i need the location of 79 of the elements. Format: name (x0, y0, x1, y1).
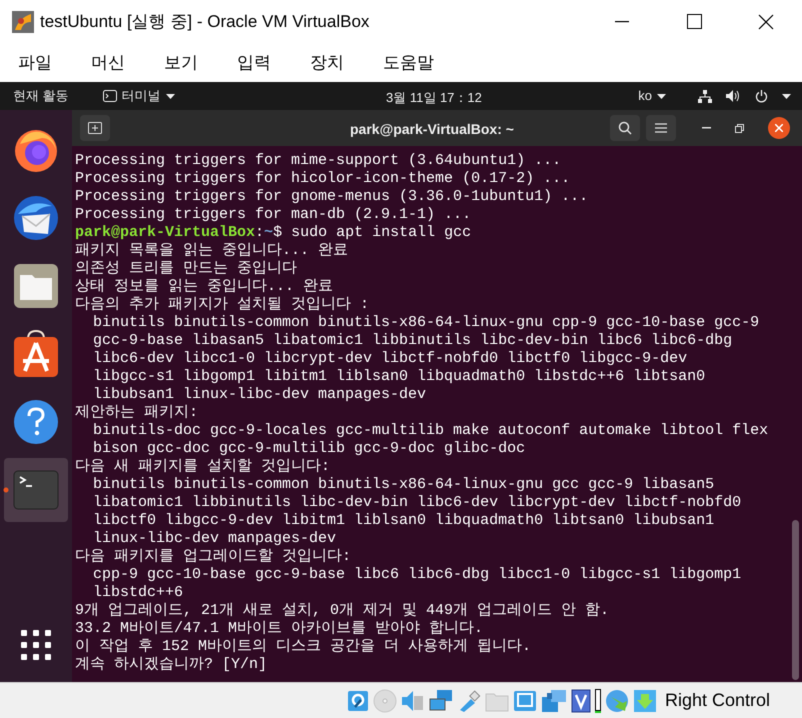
clock[interactable]: 3월 11일 17：12 (386, 88, 482, 108)
menu-item[interactable]: 장치 (309, 50, 345, 76)
optical-disc-icon (373, 688, 397, 712)
menu-item[interactable]: 파일 (17, 50, 53, 76)
network-icon (698, 90, 712, 102)
virtualbox-cube-icon (11, 10, 35, 34)
menu-item[interactable]: 입력 (236, 50, 272, 76)
output-line: 계속 하시겠습니까? [Y/n] (75, 656, 268, 674)
shopping-bag-icon (13, 329, 59, 379)
minimize-icon (615, 20, 629, 22)
indicator-bar-icon (595, 688, 601, 712)
output-line: Processing triggers for mime-support (3.64ubuntu1) ... (75, 152, 562, 170)
new-tab-icon (88, 122, 102, 134)
output-line: 다음의 추가 패키지가 설치될 것입니다 : (75, 296, 370, 314)
menu-item[interactable]: 머신 (90, 50, 126, 76)
scrollbar-thumb[interactable] (792, 520, 799, 680)
caret-icon (166, 94, 175, 98)
output-line: 의존성 트리를 만드는 중입니다 (75, 260, 298, 278)
output-line: 이 작업 후 152 M바이트의 디스크 공간을 더 사용하게 됩니다. (75, 638, 532, 656)
package-list-line: bison gcc-doc gcc-9-multilib gcc-9-doc glibc-doc (92, 440, 526, 458)
volume-icon (726, 90, 741, 102)
system-menu[interactable] (698, 90, 791, 102)
folder-icon (13, 263, 59, 309)
host-key-label: Right Control (665, 689, 770, 712)
close-button[interactable] (768, 117, 790, 139)
output-line: Processing triggers for hicolor-icon-theme (0.17-2) ... (75, 170, 572, 188)
output-line: 제안하는 패키지: (75, 404, 200, 422)
menu-button[interactable] (646, 115, 676, 141)
output-line: Processing triggers for gnome-menus (3.36.0-1ubuntu1) ... (75, 188, 590, 206)
restore-icon[interactable] (735, 124, 744, 132)
package-list-line: cpp-9 gcc-10-base gcc-9-base libc6 libc6-dbg libcc1-0 libgcc-s1 libgomp1 (92, 566, 742, 584)
output-line: 다음 패키지를 업그레이드할 것입니다: (75, 548, 352, 566)
close-icon (775, 124, 783, 132)
output-line: 다음 새 패키지를 설치할 것입니다: (75, 458, 332, 476)
output-line: 33.2 M바이트/47.1 M바이트 아카이브를 받아야 합니다. (75, 620, 484, 638)
question-mark-icon (13, 399, 59, 445)
search-icon (618, 121, 632, 135)
running-indicator-icon (3, 487, 9, 493)
package-list-line: libgcc-s1 libgomp1 libitm1 liblsan0 libquadmath0 libstdc++6 libtsan0 (92, 368, 706, 386)
maximize-icon (686, 14, 702, 29)
video-camera-icon (541, 688, 567, 712)
package-list-line: binutils binutils-common binutils-x86-64-linux-gnu gcc gcc-9 libasan5 (92, 476, 716, 494)
package-list-line: gcc-9-base libasan5 libatomic1 libbinutils libc-dev-bin libc6 libc6-dbg (92, 332, 734, 350)
new-tab-button[interactable] (80, 115, 110, 141)
terminal-icon (13, 470, 59, 510)
menu-item[interactable]: 보기 (163, 50, 199, 76)
bird-envelope-icon (12, 194, 60, 242)
power-icon (755, 90, 768, 102)
package-list-line: libubsan1 linux-libc-dev manpages-dev (92, 386, 428, 404)
app-menu[interactable]: 터미널 (102, 86, 175, 106)
app-grid-icon[interactable] (21, 630, 51, 660)
output-line: 9개 업그레이드, 21개 새로 설치, 0개 제거 및 449개 업그레이드 안 함. (75, 602, 610, 620)
menu-icon (655, 123, 667, 133)
network-icon (429, 688, 453, 712)
close-icon (758, 14, 774, 30)
package-list-line: binutils-doc gcc-9-locales gcc-multilib make autoconf automake libtool flex (92, 422, 770, 440)
caret-icon (657, 94, 666, 98)
menu-item[interactable]: 도움말 (382, 50, 435, 76)
display-icon (513, 688, 537, 712)
activities-button[interactable]: 현재 활동 (13, 86, 69, 106)
speaker-icon (401, 688, 425, 712)
package-list-line: libc6-dev libcc1-0 libcrypt-dev libctf-nobfd0 libctf0 libgcc-9-dev (92, 350, 688, 368)
package-list-line: binutils binutils-common binutils-x86-64-linux-gnu cpp-9 gcc-10-base gcc-9 (92, 314, 760, 332)
chip-icon (571, 688, 591, 712)
package-list-line: libatomic1 libbinutils libc-dev-bin libc6-dev libcrypt-dev libctf-nobfd0 (92, 494, 742, 512)
minimize-icon[interactable] (702, 127, 711, 129)
terminal-title: park@park-VirtualBox: ~ (350, 120, 514, 139)
output-line: 상태 정보를 읽는 중입니다... 완료 (75, 278, 334, 296)
package-list-line: linux-libc-dev manpages-dev (92, 530, 338, 548)
terminal-icon (102, 90, 117, 102)
output-line: Processing triggers for man-db (2.9.1-1) ... (75, 206, 472, 224)
input-method-menu[interactable]: ko (638, 86, 666, 106)
window-title: testUbuntu [실행 중] - Oracle VM VirtualBox (40, 10, 370, 33)
output-line: 패키지 목록을 읽는 중입니다... 완료 (75, 242, 350, 260)
caret-icon (782, 94, 791, 98)
package-list-line: libstdc++6 (92, 584, 184, 602)
command-line: park@park-VirtualBox:~$ sudo apt install gcc (75, 224, 472, 242)
search-button[interactable] (610, 115, 640, 141)
package-list-line: libctf0 libgcc-9-dev libitm1 liblsan0 libquadmath0 libtsan0 libubsan1 (92, 512, 716, 530)
